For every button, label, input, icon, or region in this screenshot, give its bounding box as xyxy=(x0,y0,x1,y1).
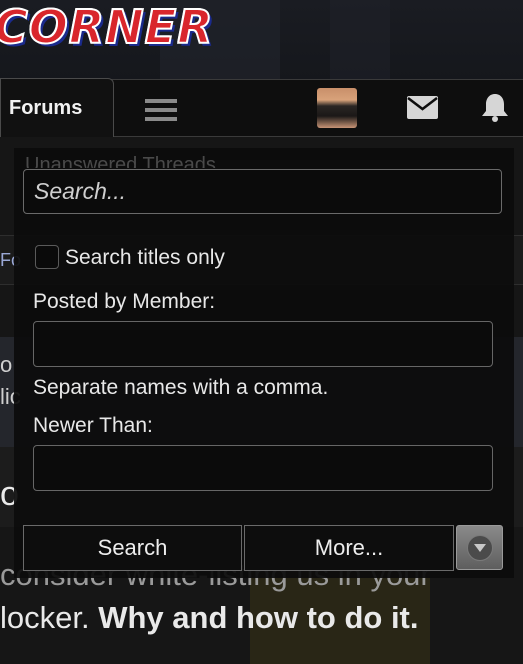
newer-than-field[interactable] xyxy=(33,445,493,491)
titles-only-checkbox[interactable] xyxy=(35,245,59,269)
separate-names-hint: Separate names with a comma. xyxy=(33,376,329,399)
avatar[interactable] xyxy=(317,88,357,128)
notice-link[interactable]: Why and how to do it. xyxy=(98,600,418,635)
notice-prefix: locker. xyxy=(0,600,99,635)
search-input[interactable] xyxy=(23,169,502,214)
mail-icon[interactable] xyxy=(407,96,438,119)
posted-by-label: Posted by Member: xyxy=(33,290,216,313)
more-button-label: More... xyxy=(314,535,384,560)
site-logo[interactable]: CORNER xyxy=(0,0,214,55)
menu-icon[interactable] xyxy=(145,99,177,121)
titles-only-label[interactable]: Search titles only xyxy=(65,246,225,270)
tab-forums-label: Forums xyxy=(9,97,83,119)
bg-fragment: o xyxy=(0,352,13,377)
member-field[interactable] xyxy=(33,321,493,367)
more-button[interactable]: More... xyxy=(244,525,454,571)
chevron-down-icon xyxy=(466,534,493,561)
site-header: CORNER xyxy=(0,0,523,80)
popup-title: Unanswered Threads xyxy=(25,154,216,168)
search-button[interactable]: Search xyxy=(23,525,242,571)
search-button-label: Search xyxy=(97,535,168,560)
bell-icon[interactable] xyxy=(481,92,509,122)
nav-bar: Forums xyxy=(0,78,523,138)
tab-forums[interactable]: Forums xyxy=(0,78,114,138)
options-dropdown-button[interactable] xyxy=(456,525,503,570)
newer-than-label: Newer Than: xyxy=(33,414,153,437)
notice-line-2: locker. Why and how to do it. xyxy=(0,600,419,636)
header-image-2 xyxy=(330,0,390,80)
